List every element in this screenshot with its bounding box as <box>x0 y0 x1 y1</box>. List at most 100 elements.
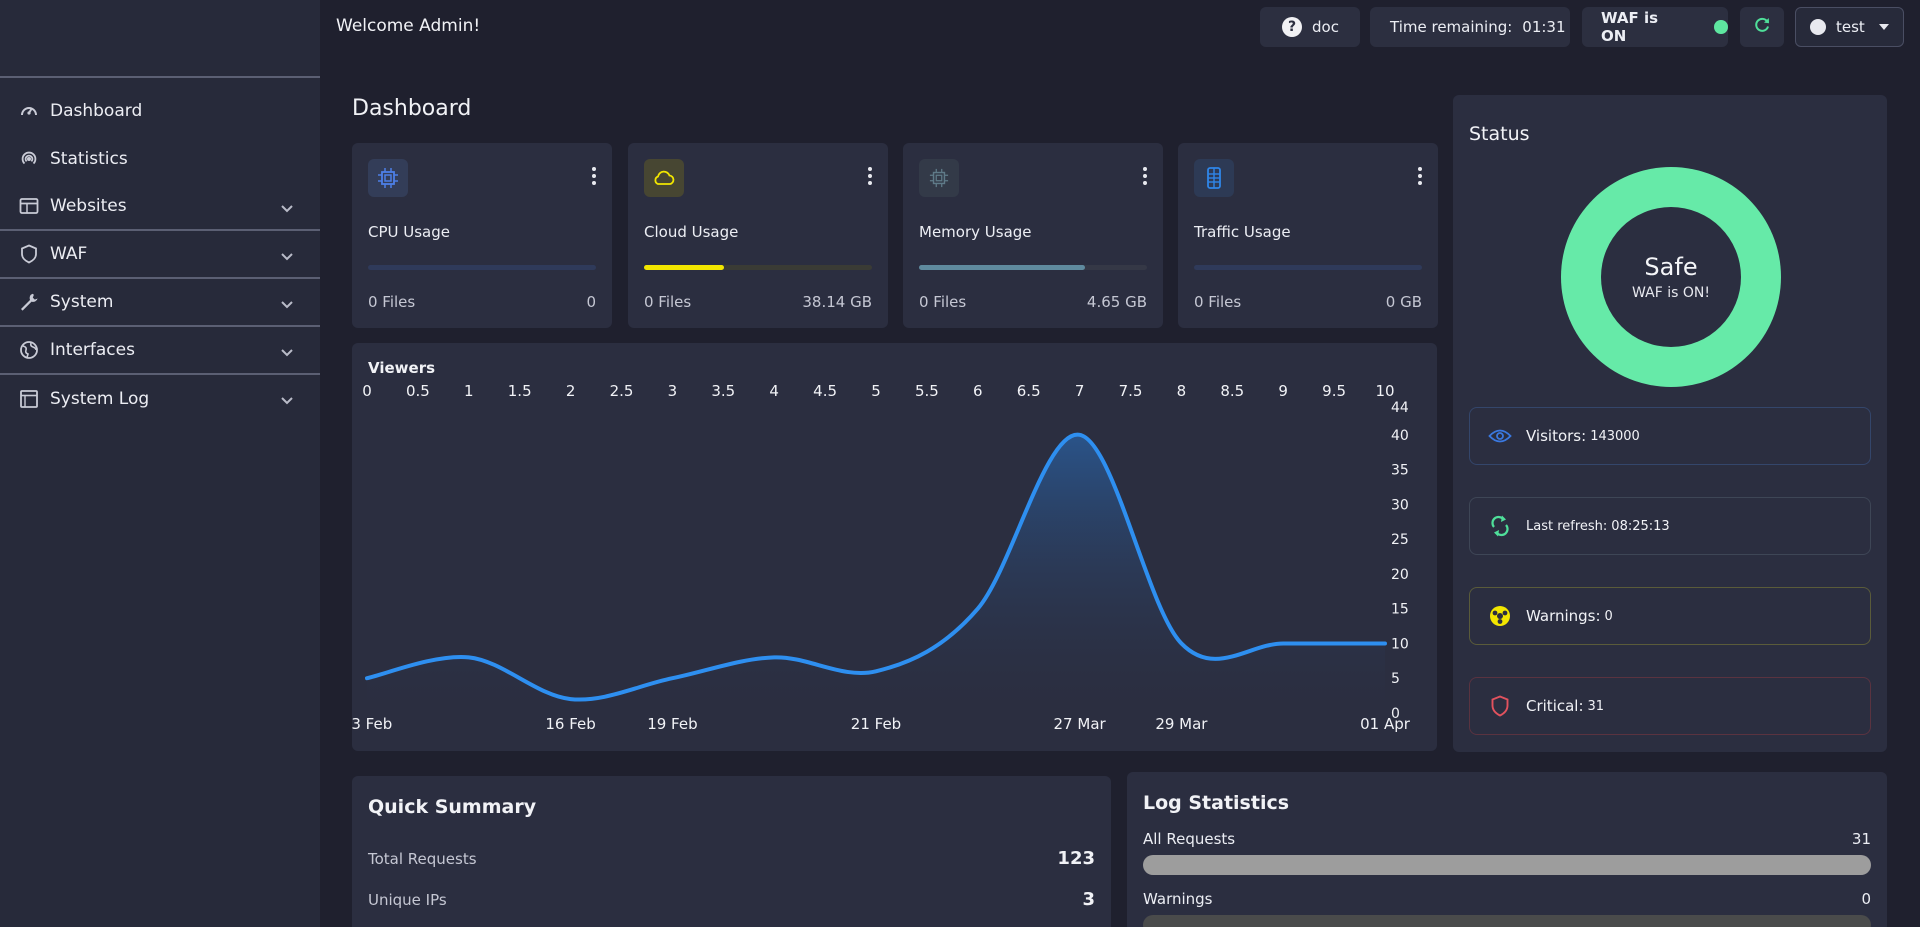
more-options-icon[interactable] <box>592 167 596 188</box>
x-tick-label: 4 <box>769 382 779 400</box>
log-stat-row: Warnings 0 <box>1143 890 1871 908</box>
sidebar-item-interfaces[interactable]: Interfaces <box>0 327 320 375</box>
x-date-label: 01 Apr <box>1360 715 1411 733</box>
sidebar-item-waf[interactable]: WAF <box>0 231 320 279</box>
x-tick-label: 6 <box>973 382 983 400</box>
progress-track <box>368 265 596 270</box>
y-tick-label: 44 <box>1391 400 1409 416</box>
status-panel: Status Safe WAF is ON! Visitors: 143000 … <box>1453 95 1887 752</box>
sidebar-item-label: System <box>50 292 114 312</box>
progress-fill <box>644 265 724 270</box>
cloud-usage-card: Cloud Usage 0 Files 38.14 GB <box>628 143 888 328</box>
sidebar-item-statistics[interactable]: Statistics <box>0 135 320 183</box>
y-tick-label: 5 <box>1391 671 1400 687</box>
viewers-chart: 0 0.5 1 1.5 2 2.5 3 3.5 4 4.5 5 5.5 6 6.5 7 7.5 8 8.5 9 9.5… <box>352 382 1411 733</box>
summary-row: Unique IPs 3 <box>368 889 1095 910</box>
visitors-value: 143000 <box>1590 428 1640 444</box>
waf-status-badge: WAF is ON <box>1582 7 1728 47</box>
user-avatar-icon <box>1810 19 1826 35</box>
sidebar-item-label: System Log <box>50 389 150 409</box>
welcome-text: Welcome Admin! <box>336 16 481 36</box>
summary-row: Total Requests 123 <box>368 848 1095 869</box>
waf-status-label: WAF is ON <box>1601 9 1659 45</box>
critical-label: Critical: <box>1526 697 1584 715</box>
log-stats-title: Log Statistics <box>1143 792 1290 814</box>
page-title: Dashboard <box>352 96 472 121</box>
more-options-icon[interactable] <box>868 167 872 188</box>
broadcast-icon <box>18 148 40 170</box>
x-tick-label: 9.5 <box>1322 382 1346 400</box>
memory-chip-icon <box>919 159 959 197</box>
progress-track <box>919 265 1147 270</box>
time-remaining-badge: Time remaining: 01:31 <box>1370 7 1570 47</box>
sidebar-item-label: WAF <box>50 244 88 264</box>
x-tick-label: 8 <box>1177 382 1187 400</box>
progress-fill <box>919 265 1086 270</box>
chevron-down-icon <box>280 247 294 266</box>
doc-button[interactable]: ? doc <box>1260 7 1360 47</box>
chevron-down-icon <box>280 199 294 218</box>
warnings-value: 0 <box>1604 608 1613 624</box>
y-tick-label: 30 <box>1391 497 1409 513</box>
files-count: 0 Files <box>1194 293 1242 311</box>
x-tick-label: 3 <box>668 382 678 400</box>
warnings-box: Warnings: 0 <box>1469 587 1871 645</box>
quick-summary-card: Quick Summary Total Requests 123 Unique … <box>352 776 1111 927</box>
x-tick-label: 0.5 <box>406 382 430 400</box>
x-tick-label: 4.5 <box>813 382 837 400</box>
chevron-down-icon <box>280 391 294 410</box>
viewers-chart-card: Viewers 0 0.5 1 1.5 2 2.5 3 3.5 4 4.5 5 5.5 6 6.5 7 7.5… <box>352 343 1437 751</box>
summary-label: Total Requests <box>368 850 477 868</box>
summary-value: 123 <box>1057 848 1095 869</box>
chevron-down-icon <box>280 295 294 314</box>
x-tick-label: 7.5 <box>1119 382 1143 400</box>
cpu-usage-card: CPU Usage 0 Files 0 <box>352 143 612 328</box>
usage-size: 0 GB <box>1385 293 1422 311</box>
doc-label: doc <box>1312 18 1339 36</box>
donut-label: Safe <box>1644 253 1698 281</box>
log-stat-label: Warnings <box>1143 890 1213 908</box>
more-options-icon[interactable] <box>1143 167 1147 188</box>
usage-size: 4.65 GB <box>1086 293 1147 311</box>
sidebar-item-system[interactable]: System <box>0 279 320 327</box>
wrench-icon <box>18 291 40 313</box>
browser-window-icon <box>18 195 40 217</box>
memory-usage-card: Memory Usage 0 Files 4.65 GB <box>903 143 1163 328</box>
x-date-label: 13 Feb <box>352 715 392 733</box>
x-tick-label: 0 <box>362 382 372 400</box>
progress-track <box>1194 265 1422 270</box>
files-count: 0 Files <box>368 293 416 311</box>
traffic-usage-card: Traffic Usage 0 Files 0 GB <box>1178 143 1438 328</box>
status-title: Status <box>1469 123 1530 145</box>
log-table-icon <box>18 388 40 410</box>
chevron-down-icon <box>280 343 294 362</box>
refresh-label: Last refresh: <box>1526 518 1608 534</box>
y-tick-label: 40 <box>1391 428 1409 444</box>
sidebar-item-system-log[interactable]: System Log <box>0 375 320 423</box>
x-date-label: 16 Feb <box>545 715 595 733</box>
refresh-button[interactable] <box>1740 7 1784 47</box>
x-tick-label: 5.5 <box>915 382 939 400</box>
y-tick-label: 10 <box>1391 636 1409 652</box>
more-options-icon[interactable] <box>1418 167 1422 188</box>
sidebar-item-dashboard[interactable]: Dashboard <box>0 87 320 135</box>
log-stat-value: 0 <box>1861 890 1871 908</box>
sidebar-item-websites[interactable]: Websites <box>0 183 320 231</box>
all-requests-bar <box>1143 855 1871 875</box>
log-stat-value: 31 <box>1851 830 1871 848</box>
visitors-label: Visitors: <box>1526 427 1587 445</box>
sidebar-item-label: Dashboard <box>50 101 143 121</box>
x-tick-label: 1.5 <box>508 382 532 400</box>
shield-alert-icon <box>1488 694 1512 718</box>
warnings-bar <box>1143 915 1871 927</box>
sidebar-item-label: Interfaces <box>50 340 135 360</box>
x-date-label: 29 Mar <box>1155 715 1208 733</box>
sync-icon <box>1488 514 1512 538</box>
user-menu[interactable]: test <box>1795 7 1904 47</box>
safety-donut: Safe WAF is ON! <box>1561 167 1781 387</box>
refresh-value: 08:25:13 <box>1611 518 1670 534</box>
y-tick-label: 20 <box>1391 567 1409 583</box>
y-tick-label: 35 <box>1391 463 1409 479</box>
visitors-box: Visitors: 143000 <box>1469 407 1871 465</box>
summary-value: 3 <box>1082 889 1095 910</box>
